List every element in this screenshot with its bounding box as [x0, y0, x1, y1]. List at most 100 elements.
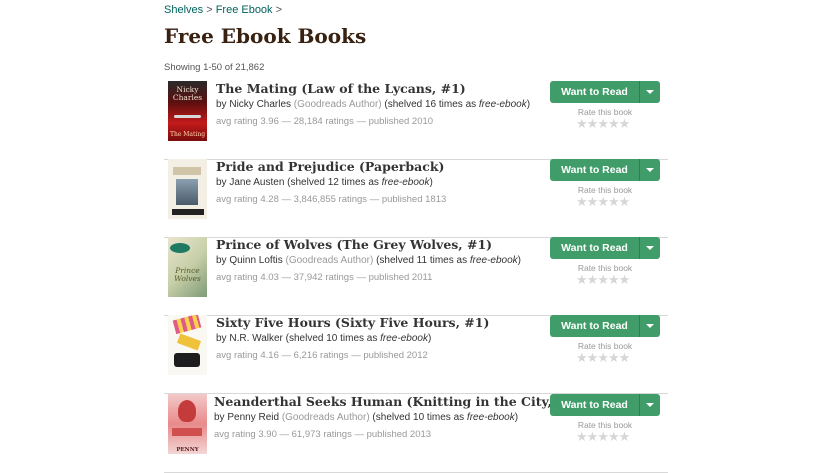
want-to-read-main[interactable]: Want to Read: [550, 394, 639, 416]
star-icon[interactable]: ★: [587, 429, 599, 444]
shelf-tag: free-ebook: [478, 99, 527, 110]
book-row: Sixty Five Hours (Sixty Five Hours, #1) …: [164, 315, 668, 394]
star-icon[interactable]: ★: [587, 116, 599, 131]
book-title-link[interactable]: Pride and Prejudice (Paperback): [216, 159, 444, 174]
star-icon[interactable]: ★: [597, 429, 609, 444]
star-icon[interactable]: ★: [597, 350, 609, 365]
star-icon[interactable]: ★: [576, 429, 588, 444]
star-icon[interactable]: ★: [587, 272, 599, 287]
breadcrumb-separator: >: [272, 4, 283, 16]
star-icon[interactable]: ★: [619, 429, 631, 444]
cover-title-text: The Mating: [169, 131, 206, 138]
book-row: Prince Wolves Prince of Wolves (The Grey…: [164, 237, 668, 316]
goodreads-author-label: (Goodreads Author): [279, 412, 370, 423]
star-icon[interactable]: ★: [597, 194, 609, 209]
star-rating: ★★★★★: [576, 429, 631, 445]
book-title-link[interactable]: Sixty Five Hours (Sixty Five Hours, #1): [216, 315, 489, 330]
book-meta: avg rating 4.28 — 3,846,855 ratings — pu…: [216, 194, 447, 205]
want-to-read-main[interactable]: Want to Read: [550, 315, 639, 337]
star-icon[interactable]: ★: [608, 194, 620, 209]
star-icon[interactable]: ★: [576, 350, 588, 365]
star-icon[interactable]: ★: [587, 350, 599, 365]
book-title-link[interactable]: Prince of Wolves (The Grey Wolves, #1): [216, 237, 492, 252]
book-byline: by Nicky Charles (Goodreads Author) (she…: [216, 99, 530, 110]
star-icon[interactable]: ★: [576, 272, 588, 287]
goodreads-author-label: (Goodreads Author): [291, 99, 382, 110]
want-to-read-main[interactable]: Want to Read: [550, 237, 639, 259]
book-cover[interactable]: Nicky Charles The Mating: [168, 81, 207, 141]
shelf-tag: free-ebook: [469, 255, 518, 266]
book-meta: avg rating 4.03 — 37,942 ratings — publi…: [216, 272, 433, 283]
author-link[interactable]: Jane Austen: [229, 177, 284, 188]
cover-author-text: Nicky Charles: [172, 85, 203, 102]
author-link[interactable]: Nicky Charles: [229, 99, 291, 110]
breadcrumb-shelves-link[interactable]: Shelves: [164, 4, 203, 16]
author-link[interactable]: N.R. Walker: [229, 333, 283, 344]
star-icon[interactable]: ★: [619, 272, 631, 287]
star-icon[interactable]: ★: [587, 194, 599, 209]
book-title-link[interactable]: Neanderthal Seeks Human (Knitting in the…: [214, 394, 581, 409]
book-row: Nicky Charles The Mating The Mating (Law…: [164, 81, 668, 160]
book-row: PENNY REID Neanderthal Seeks Human (Knit…: [164, 394, 668, 473]
shelved-text: (shelved 16 times as: [381, 99, 479, 110]
shelved-close: ): [429, 177, 433, 188]
shelf-tag: free-ebook: [380, 333, 428, 344]
star-icon[interactable]: ★: [619, 116, 631, 131]
shelf-tag: free-ebook: [466, 412, 515, 423]
cover-title-text: Prince Wolves: [174, 266, 201, 283]
star-icon[interactable]: ★: [597, 116, 609, 131]
shelf-dropdown-caret-icon[interactable]: [639, 237, 660, 259]
shelf-dropdown-caret-icon[interactable]: [639, 394, 660, 416]
book-cover[interactable]: PENNY REID: [168, 394, 207, 454]
shelved-text: (shelved 11 times as: [373, 255, 470, 266]
breadcrumb-free-ebook-link[interactable]: Free Ebook: [216, 4, 273, 16]
results-count: Showing 1-50 of 21,862: [164, 62, 265, 73]
book-byline: by Jane Austen (shelved 12 times as free…: [216, 177, 433, 188]
shelf-dropdown-caret-icon[interactable]: [639, 81, 660, 103]
shelf-dropdown-caret-icon[interactable]: [639, 315, 660, 337]
star-icon[interactable]: ★: [608, 350, 620, 365]
want-to-read-button: Want to Read: [550, 81, 660, 103]
want-to-read-main[interactable]: Want to Read: [550, 159, 639, 181]
shelved-text: (shelved 10 times as: [369, 412, 467, 423]
shelved-close: ): [427, 333, 432, 344]
book-cover[interactable]: [168, 315, 207, 375]
star-rating: ★★★★★: [576, 194, 631, 210]
author-link[interactable]: Quinn Loftis: [229, 255, 282, 266]
star-icon[interactable]: ★: [576, 116, 588, 131]
want-to-read-button: Want to Read: [550, 159, 660, 181]
star-rating: ★★★★★: [576, 116, 631, 132]
shelved-text: (shelved 10 times as: [282, 333, 381, 344]
shelved-close: ): [517, 255, 522, 266]
book-cover[interactable]: Prince Wolves: [168, 237, 207, 297]
book-meta: avg rating 3.90 — 61,973 ratings — publi…: [214, 429, 432, 440]
by-label: by: [216, 177, 227, 188]
goodreads-author-label: (Goodreads Author): [282, 255, 374, 266]
star-icon[interactable]: ★: [597, 272, 609, 287]
shelf-dropdown-caret-icon[interactable]: [639, 159, 660, 181]
by-label: by: [216, 99, 227, 110]
star-icon[interactable]: ★: [608, 116, 620, 131]
page-title: Free Ebook Books: [164, 24, 367, 48]
book-title-link[interactable]: The Mating (Law of the Lycans, #1): [216, 81, 466, 96]
author-link[interactable]: Penny Reid: [227, 412, 279, 423]
shelved-close: ): [526, 99, 531, 110]
shelved-text: (shelved 12 times as: [284, 177, 382, 188]
star-icon[interactable]: ★: [608, 272, 620, 287]
want-to-read-button: Want to Read: [550, 237, 660, 259]
shelf-tag: free-ebook: [381, 177, 430, 188]
breadcrumb-separator: >: [203, 4, 216, 16]
want-to-read-button: Want to Read: [550, 315, 660, 337]
want-to-read-button: Want to Read: [550, 394, 660, 416]
star-icon[interactable]: ★: [619, 194, 631, 209]
breadcrumb: Shelves > Free Ebook >: [164, 4, 282, 16]
want-to-read-main[interactable]: Want to Read: [550, 81, 639, 103]
book-meta: avg rating 3.96 — 28,184 ratings — publi…: [216, 116, 434, 127]
book-row: Pride and Prejudice (Paperback) by Jane …: [164, 159, 668, 238]
by-label: by: [216, 255, 227, 266]
star-icon[interactable]: ★: [576, 194, 588, 209]
star-icon[interactable]: ★: [608, 429, 620, 444]
book-cover[interactable]: [168, 159, 207, 219]
star-icon[interactable]: ★: [619, 350, 631, 365]
book-meta: avg rating 4.16 — 6,216 ratings — publis…: [216, 350, 428, 361]
